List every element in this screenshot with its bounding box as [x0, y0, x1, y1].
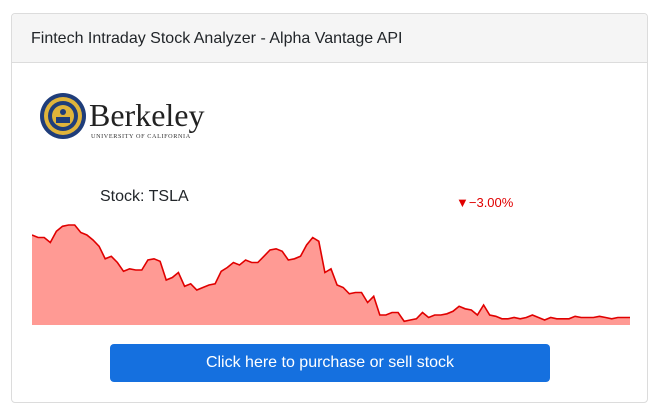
logo-subtitle: UNIVERSITY OF CALIFORNIA [91, 133, 191, 140]
percent-change: ▼−3.00% [456, 195, 514, 210]
chart-area-fill [32, 225, 630, 325]
page-title: Fintech Intraday Stock Analyzer - Alpha … [31, 30, 403, 47]
intraday-chart [32, 224, 630, 325]
uc-seal-icon [40, 93, 86, 139]
analyzer-card: Fintech Intraday Stock Analyzer - Alpha … [11, 13, 648, 403]
stock-label: Stock: TSLA [100, 188, 189, 205]
logo-wordmark: Berkeley [89, 97, 205, 133]
trade-button[interactable]: Click here to purchase or sell stock [110, 344, 550, 382]
card-header: Fintech Intraday Stock Analyzer - Alpha … [12, 14, 647, 63]
berkeley-logo: Berkeley UNIVERSITY OF CALIFORNIA [40, 93, 205, 140]
